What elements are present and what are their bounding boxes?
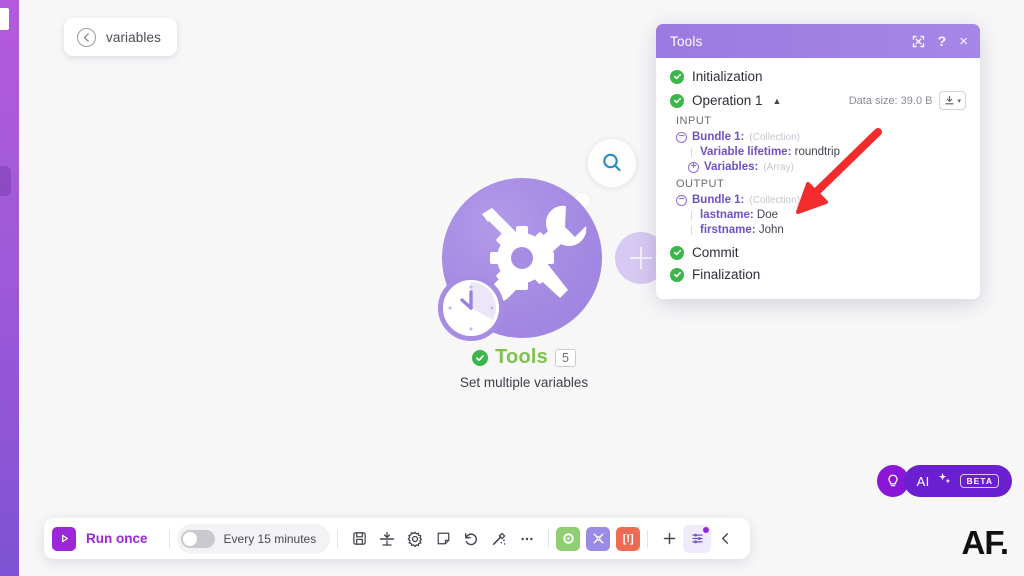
step-label: Commit [692, 245, 739, 260]
close-icon[interactable]: × [959, 34, 968, 49]
section-output-label: OUTPUT [676, 178, 725, 190]
step-label: Initialization [692, 69, 763, 84]
divider [168, 529, 170, 548]
divider [337, 529, 339, 548]
color-button-group: [!] [556, 526, 641, 551]
chevron-down-icon[interactable]: ▾ [957, 97, 961, 105]
expand-icon[interactable] [912, 35, 925, 48]
watermark-logo: AF. [961, 524, 1009, 561]
bundle-label: Variables: [704, 161, 759, 173]
breadcrumb[interactable]: variables [64, 18, 177, 56]
beta-badge: BETA [960, 473, 999, 489]
help-icon[interactable]: ? [938, 34, 947, 48]
step-label: Operation 1 [692, 93, 763, 108]
arrow-left-circle-icon[interactable] [77, 27, 96, 47]
step-commit[interactable]: Commit [670, 245, 966, 260]
output-field-row: firstname: John [691, 224, 966, 236]
input-field-row: Variable lifetime: roundtrip [691, 146, 966, 158]
module-subtitle: Set multiple variables [459, 375, 589, 390]
bundle-label: Bundle 1: [692, 194, 745, 206]
download-button[interactable]: ▾ [939, 91, 966, 110]
step-finalization[interactable]: Finalization [670, 267, 966, 282]
check-circle-icon [670, 93, 684, 108]
input-variables-row[interactable]: + Variables: (Array) [688, 161, 966, 173]
chevron-up-icon[interactable]: ▲ [773, 96, 782, 106]
check-circle-icon [670, 245, 684, 260]
settings-gear-icon[interactable] [401, 525, 429, 553]
schedule-toggle[interactable] [180, 529, 215, 548]
error-handler-button[interactable]: [!] [616, 526, 641, 551]
add-module-button[interactable] [655, 525, 683, 553]
step-operation-1[interactable]: Operation 1 ▲ Data size: 39.0 B ▾ [670, 91, 966, 110]
panel-body: Initialization Operation 1 ▲ Data size: … [656, 58, 980, 282]
section-input-label: INPUT [676, 115, 712, 127]
bundle-label: Bundle 1: [692, 131, 745, 143]
divider [548, 529, 550, 548]
more-options-icon[interactable] [513, 525, 541, 553]
notes-icon[interactable] [429, 525, 457, 553]
expand-toggle-icon[interactable]: + [688, 161, 699, 173]
collapse-toggle-icon[interactable]: − [676, 194, 687, 206]
filter-panel-button[interactable] [683, 524, 712, 553]
import-export-icon[interactable] [373, 525, 401, 553]
step-label: Finalization [692, 267, 761, 282]
check-circle-icon [670, 267, 684, 282]
data-size-label: Data size: 39.0 B [848, 94, 933, 107]
panel-header[interactable]: Tools ? × [656, 24, 980, 58]
field-key: firstname: [700, 224, 756, 236]
breadcrumb-label: variables [106, 29, 161, 45]
divider [647, 529, 649, 548]
bundle-type: (Collection) [749, 194, 800, 206]
run-once-label: Run once [86, 531, 148, 546]
bundle-type: (Collection) [749, 131, 800, 143]
bottom-toolbar[interactable]: Run once Every 15 minutes [!] [44, 518, 751, 559]
output-field-row: lastname: Doe [691, 209, 966, 221]
field-key: lastname: [700, 209, 754, 221]
output-bundle-row[interactable]: − Bundle 1: (Collection) [676, 194, 966, 206]
notification-badge [703, 526, 710, 533]
module-badge: 5 [554, 348, 576, 367]
run-module-button[interactable] [556, 526, 581, 551]
auto-align-icon[interactable] [485, 525, 513, 553]
input-bundle-row[interactable]: − Bundle 1: (Collection) [676, 131, 966, 143]
error-handler-glyph: [!] [622, 532, 634, 545]
module-caption: Tools 5 Set multiple variables [424, 346, 624, 390]
module-title: Tools [495, 346, 548, 368]
unlink-button[interactable] [586, 526, 611, 551]
bundle-type: (Array) [763, 161, 794, 173]
tools-execution-panel[interactable]: Tools ? × Initialization Operation 1 ▲ D… [656, 24, 980, 299]
clock-icon [438, 275, 504, 341]
ai-assistant-button[interactable]: AI BETA [903, 465, 1012, 497]
step-initialization[interactable]: Initialization [670, 69, 966, 84]
run-once-button[interactable]: Run once [44, 518, 162, 559]
field-value: roundtrip [794, 146, 840, 158]
save-icon[interactable] [345, 525, 373, 553]
field-value: John [758, 224, 784, 236]
field-value: Doe [756, 209, 778, 221]
undo-icon[interactable] [457, 525, 485, 553]
rail-top-chip [0, 8, 9, 30]
play-icon [52, 526, 76, 551]
field-key: Variable lifetime: [700, 146, 792, 158]
check-circle-icon [472, 349, 489, 366]
ai-label: AI [916, 473, 930, 489]
left-nav-rail[interactable] [0, 0, 19, 576]
collapse-toggle-icon[interactable]: − [676, 131, 687, 143]
collapse-toolbar-button[interactable] [711, 525, 739, 553]
rail-drag-handle[interactable] [0, 166, 11, 196]
schedule-label: Every 15 minutes [223, 531, 317, 546]
panel-title: Tools [670, 33, 703, 49]
schedule-control[interactable]: Every 15 minutes [176, 523, 331, 554]
sparkle-icon [937, 471, 952, 491]
check-circle-icon [670, 69, 684, 84]
